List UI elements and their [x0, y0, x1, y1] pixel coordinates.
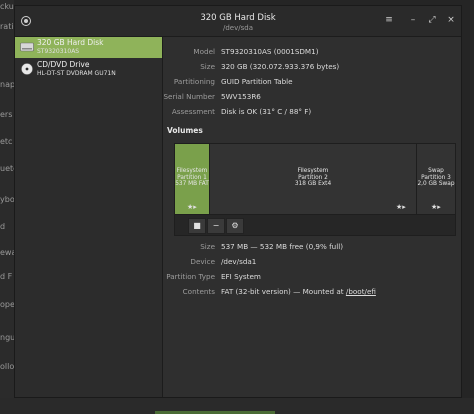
sidebar-item-hard-disk[interactable]: 320 GB Hard Disk ST9320310AS: [15, 37, 162, 58]
hamburger-icon[interactable]: ≡: [383, 14, 395, 26]
drive-model: HL-DT-ST DVDRAM GU71N: [37, 70, 116, 77]
model-value: ST9320310AS (0001SDM1): [221, 47, 319, 56]
sidebar-item-cd-dvd[interactable]: CD/DVD Drive HL-DT-ST DVDRAM GU71N: [15, 59, 162, 80]
drive-name: 320 GB Hard Disk: [37, 38, 104, 47]
partition-size-value: 537 MB — 532 MB free (0,9% full): [221, 242, 344, 251]
size-label: Size: [200, 62, 215, 71]
mount-point-link[interactable]: /boot/efi: [346, 287, 376, 296]
disks-window: 320 GB Hard Disk /dev/sda ≡ – ⤢ × 320 GB…: [14, 5, 462, 398]
serial-label: Serial Number: [163, 92, 216, 101]
partitioning-label: Partitioning: [173, 77, 215, 86]
bg-label: ngu: [0, 333, 16, 342]
minus-icon[interactable]: −: [207, 218, 225, 234]
size-value: 320 GB (320.072.933.376 bytes): [221, 62, 340, 71]
partition-3-block[interactable]: Swap Partition 3 2,0 GB Swap ★▸: [417, 144, 455, 214]
background-panel: [0, 398, 474, 414]
bg-label: etc: [0, 137, 13, 146]
serial-value: 5WV153R6: [221, 92, 261, 101]
device-value: /dev/sda1: [221, 257, 257, 266]
volumes-heading: Volumes: [167, 126, 203, 135]
partition-line: Filesystem: [176, 168, 208, 174]
partition-1-block[interactable]: Filesystem Partition 1 537 MB FAT ★▸: [175, 144, 210, 214]
device-label: Device: [190, 257, 215, 266]
bg-label: ollo: [0, 362, 15, 371]
mounted-star-icon: ★▸: [431, 203, 441, 211]
assessment-value: Disk is OK (31° C / 88° F): [221, 107, 312, 116]
bg-label: cku: [0, 2, 14, 11]
gears-icon[interactable]: ⚙: [226, 218, 244, 234]
partition-size-label: Size: [200, 242, 215, 251]
partition-type-label: Partition Type: [166, 272, 215, 281]
bg-label: ers: [0, 110, 13, 119]
bg-label: d F: [0, 272, 13, 281]
close-icon[interactable]: ×: [445, 14, 457, 26]
partition-type-value: EFI System: [221, 272, 261, 281]
partition-line: 2,0 GB Swap: [417, 181, 455, 187]
partition-2-block[interactable]: Filesystem Partition 2 318 GB Ext4 ★▸: [210, 144, 417, 214]
model-label: Model: [193, 47, 215, 56]
optical-disc-icon: [21, 63, 33, 75]
partition-line: 318 GB Ext4: [294, 181, 332, 187]
bg-label: nap: [0, 80, 16, 89]
title-bar: 320 GB Hard Disk /dev/sda ≡ – ⤢ ×: [15, 6, 461, 37]
mounted-star-icon: ★▸: [187, 203, 197, 211]
contents-label: Contents: [182, 287, 215, 296]
contents-text: FAT (32-bit version) — Mounted at: [221, 287, 344, 296]
restore-icon[interactable]: ⤢: [426, 14, 438, 26]
hard-disk-icon: [20, 42, 34, 52]
disk-details: Model ST9320310AS (0001SDM1) Size 320 GB…: [163, 37, 461, 397]
partitioning-value: GUID Partition Table: [221, 77, 293, 86]
minimize-icon[interactable]: –: [407, 14, 419, 26]
drive-model: ST9320310AS: [37, 48, 80, 55]
stop-icon[interactable]: ■: [188, 218, 206, 234]
bg-label: d: [0, 222, 6, 231]
assessment-label: Assessment: [171, 107, 215, 116]
contents-value: FAT (32-bit version) — Mounted at /boot/…: [221, 287, 376, 296]
volume-toolbar: ■ − ⚙: [174, 214, 456, 236]
mounted-star-icon: ★▸: [396, 203, 406, 211]
drive-name: CD/DVD Drive: [37, 60, 90, 69]
drives-sidebar: 320 GB Hard Disk ST9320310AS CD/DVD Driv…: [15, 37, 163, 397]
background-app-strip: cku ration nap ers etc uetc yboa d ewa d…: [0, 0, 24, 414]
volume-map: Filesystem Partition 1 537 MB FAT ★▸ Fil…: [174, 143, 456, 215]
partition-line: 537 MB FAT: [175, 181, 209, 187]
